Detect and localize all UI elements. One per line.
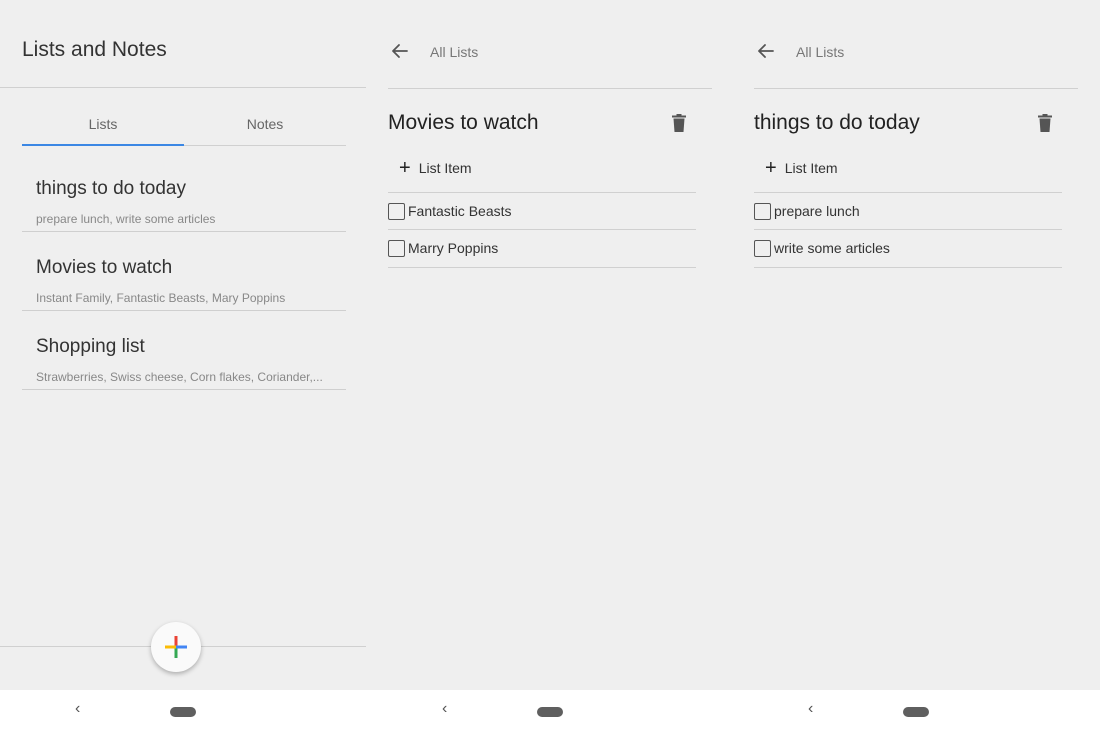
list-card-preview: Instant Family, Fantastic Beasts, Mary P… <box>36 291 286 305</box>
back-label[interactable]: All Lists <box>430 44 478 60</box>
add-list-item-label: List Item <box>784 160 838 176</box>
item-label[interactable]: prepare lunch <box>774 203 860 219</box>
nav-back-icon[interactable]: ‹ <box>75 700 80 718</box>
list-card-shopping[interactable]: Shopping list Strawberries, Swiss cheese… <box>22 310 346 390</box>
list-card-preview: prepare lunch, write some articles <box>36 212 216 226</box>
trash-icon[interactable] <box>672 114 686 132</box>
nav-back-icon[interactable]: ‹ <box>442 700 447 718</box>
item-checkbox[interactable] <box>754 239 771 257</box>
list-card-title: Shopping list <box>36 336 145 357</box>
list-card-preview: Strawberries, Swiss cheese, Corn flakes,… <box>36 370 323 384</box>
add-list-item-button[interactable]: + List Item <box>765 158 838 178</box>
list-card-title: things to do today <box>36 178 186 199</box>
list-item: Marry Poppins <box>388 237 498 259</box>
list-title[interactable]: things to do today <box>754 111 920 135</box>
divider <box>388 192 696 193</box>
tab-notes[interactable]: Notes <box>184 100 346 145</box>
nav-home-pill[interactable] <box>903 707 929 717</box>
add-button[interactable] <box>151 622 201 672</box>
app-title: Lists and Notes <box>22 38 167 61</box>
item-checkbox[interactable] <box>388 239 405 257</box>
divider <box>754 267 1062 268</box>
divider <box>388 88 712 89</box>
divider <box>754 229 1062 230</box>
list-card-movies[interactable]: Movies to watch Instant Family, Fantasti… <box>22 231 346 311</box>
list-card-title: Movies to watch <box>36 257 173 278</box>
list-item: Fantastic Beasts <box>388 200 512 222</box>
item-label[interactable]: Fantastic Beasts <box>408 203 512 219</box>
add-list-item-button[interactable]: + List Item <box>399 158 472 178</box>
trash-icon[interactable] <box>1038 114 1052 132</box>
plus-icon: + <box>765 157 777 179</box>
list-card-things-to-do[interactable]: things to do today prepare lunch, write … <box>22 152 346 232</box>
nav-back-icon[interactable]: ‹ <box>808 700 813 718</box>
item-label[interactable]: Marry Poppins <box>408 240 498 256</box>
list-item: write some articles <box>754 237 890 259</box>
system-nav-bar: ‹ ‹ ‹ <box>0 690 1100 733</box>
list-title[interactable]: Movies to watch <box>388 111 539 135</box>
item-checkbox[interactable] <box>388 202 405 220</box>
list-detail-screen-movies: All Lists Movies to watch + List Item Fa… <box>367 0 733 690</box>
back-label[interactable]: All Lists <box>796 44 844 60</box>
lists-and-notes-screen: Lists and Notes Lists Notes things to do… <box>0 0 366 690</box>
divider <box>754 88 1078 89</box>
divider <box>388 229 696 230</box>
divider <box>754 192 1062 193</box>
item-label[interactable]: write some articles <box>774 240 890 256</box>
divider <box>0 87 366 88</box>
plus-icon <box>165 636 187 658</box>
item-checkbox[interactable] <box>754 202 771 220</box>
list-detail-screen-todo: All Lists things to do today + List Item… <box>733 0 1099 690</box>
tab-lists[interactable]: Lists <box>22 100 184 146</box>
back-arrow-icon[interactable] <box>757 42 775 60</box>
add-list-item-label: List Item <box>418 160 472 176</box>
back-arrow-icon[interactable] <box>391 42 409 60</box>
nav-home-pill[interactable] <box>537 707 563 717</box>
tab-bar: Lists Notes <box>22 100 346 146</box>
divider <box>388 267 696 268</box>
plus-icon: + <box>399 157 411 179</box>
list-item: prepare lunch <box>754 200 860 222</box>
nav-home-pill[interactable] <box>170 707 196 717</box>
